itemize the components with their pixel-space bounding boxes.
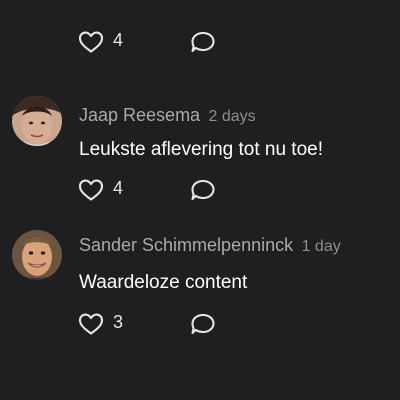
heart-outline-icon	[78, 179, 104, 201]
comment-text: Waardeloze content	[79, 272, 248, 293]
comment-meta: Jaap Reesema 2 days	[79, 106, 256, 125]
comment-actions: 4	[78, 28, 216, 56]
avatar-photo	[12, 230, 62, 280]
avatar[interactable]	[12, 96, 62, 146]
like-button[interactable]: 3	[78, 312, 190, 336]
avatar[interactable]	[12, 230, 62, 280]
comment-actions: 3	[78, 310, 216, 338]
like-count: 4	[113, 30, 124, 50]
avatar-photo	[12, 96, 62, 146]
speech-bubble-icon	[191, 313, 215, 335]
speech-bubble-icon	[191, 179, 215, 201]
comment-time: 1 day	[301, 238, 341, 255]
reply-button[interactable]	[190, 312, 216, 336]
like-button[interactable]: 4	[78, 30, 190, 54]
author-name[interactable]: Jaap Reesema	[79, 105, 200, 125]
speech-bubble-icon	[191, 31, 215, 53]
reply-button[interactable]	[190, 30, 216, 54]
like-count: 3	[113, 312, 124, 332]
comments-screen: 4 Jaap Reesema 2 days Leukste aflevering…	[0, 0, 400, 400]
comment-time: 2 days	[208, 108, 256, 125]
comment-meta: Sander Schimmelpenninck 1 day	[79, 236, 341, 255]
like-count: 4	[113, 178, 124, 198]
author-name[interactable]: Sander Schimmelpenninck	[79, 235, 293, 255]
comment-text: Leukste aflevering tot nu toe!	[79, 139, 323, 160]
heart-outline-icon	[78, 31, 104, 53]
like-button[interactable]: 4	[78, 178, 190, 202]
heart-outline-icon	[78, 313, 104, 335]
comment-actions: 4	[78, 176, 216, 204]
reply-button[interactable]	[190, 178, 216, 202]
